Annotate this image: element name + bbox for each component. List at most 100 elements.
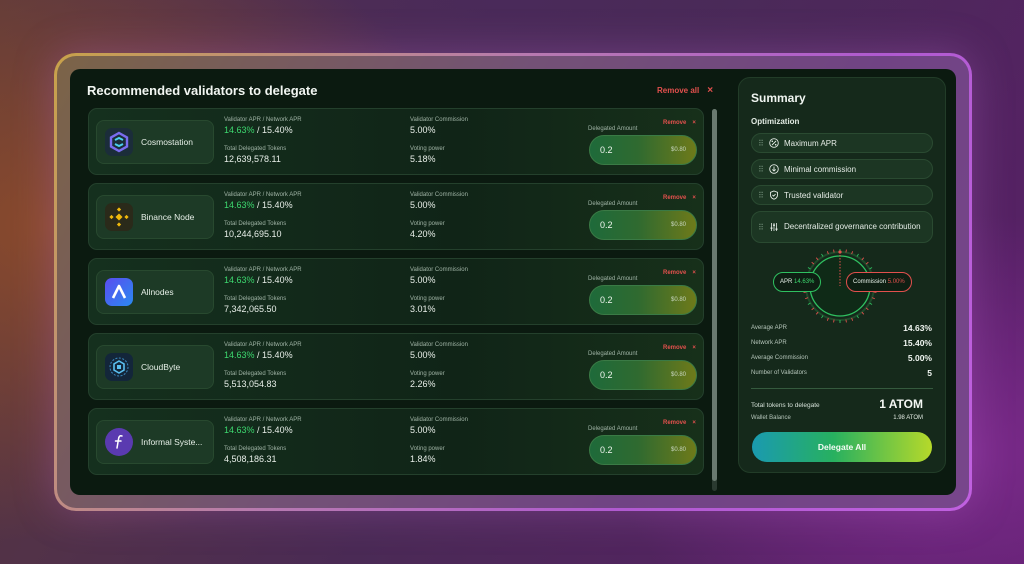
option-label: Decentralized governance contribution — [784, 222, 921, 231]
informal-systems-logo-icon — [105, 428, 133, 456]
remove-validator-button[interactable]: Remove × — [663, 195, 696, 201]
remove-all-label: Remove all — [657, 86, 700, 95]
delegated-amount-input[interactable]: 0.2 $0.80 — [589, 210, 697, 240]
frame-inner: Recommended validators to delegate Remov… — [57, 56, 969, 508]
close-icon: × — [692, 345, 696, 351]
shield-icon — [769, 190, 779, 200]
cosmostation-logo-icon — [105, 128, 133, 156]
validator-identity[interactable]: Binance Node — [96, 195, 214, 239]
validator-identity[interactable]: Informal Syste... — [96, 420, 214, 464]
option-minimal-commission[interactable]: ⠿ Minimal commission — [751, 159, 933, 179]
voting-power-label: Voting power — [410, 146, 445, 152]
network-apr: / 15.40% — [257, 125, 293, 135]
remove-validator-button[interactable]: Remove × — [663, 120, 696, 126]
commission-label: Validator Commission — [410, 192, 468, 198]
validator-card: Binance Node Validator APR / Network APR… — [88, 183, 704, 250]
validator-list: Cosmostation Validator APR / Network APR… — [88, 108, 704, 483]
amount-usd: $0.80 — [670, 222, 686, 228]
option-label: Minimal commission — [784, 164, 857, 174]
stat-label: Number of Validators — [751, 370, 807, 376]
network-apr: / 15.40% — [257, 200, 293, 210]
remove-label: Remove — [663, 120, 687, 126]
apr-badge-value: 14.63% — [794, 279, 815, 285]
drag-handle-icon[interactable]: ⠿ — [758, 139, 764, 148]
amount-usd: $0.80 — [670, 447, 686, 453]
apr-label: Validator APR / Network APR — [224, 117, 302, 123]
stat-value: 5.00% — [907, 353, 932, 363]
commission-value: 5.00% — [410, 125, 436, 135]
voting-power-label: Voting power — [410, 371, 445, 377]
validator-name: Allnodes — [141, 287, 174, 297]
commission-badge-value: 5.00% — [887, 279, 905, 285]
remove-validator-button[interactable]: Remove × — [663, 420, 696, 426]
drag-handle-icon[interactable]: ⠿ — [758, 223, 764, 232]
stat-label: Average Commission — [751, 355, 808, 361]
network-apr: / 15.40% — [257, 275, 293, 285]
panel-title: Recommended validators to delegate — [87, 83, 318, 98]
commission-label: Validator Commission — [410, 267, 468, 273]
apr-values: 14.63% / 15.40% — [224, 125, 293, 135]
app-frame: Recommended validators to delegate Remov… — [54, 53, 972, 511]
apr-badge-label: APR — [780, 279, 793, 285]
delegated-amount-input[interactable]: 0.2 $0.80 — [589, 360, 697, 390]
drag-handle-icon[interactable]: ⠿ — [758, 191, 764, 200]
option-label: Trusted validator — [784, 190, 844, 200]
validator-card: Informal Syste... Validator APR / Networ… — [88, 408, 704, 475]
percent-icon — [769, 138, 779, 148]
delegated-amount-input[interactable]: 0.2 $0.80 — [589, 435, 697, 465]
apr-values: 14.63% / 15.40% — [224, 425, 293, 435]
validator-identity[interactable]: Allnodes — [96, 270, 214, 314]
amount-value: 0.2 — [600, 220, 613, 230]
amount-usd: $0.80 — [670, 147, 686, 153]
validator-apr: 14.63% — [224, 275, 255, 285]
delegation-app: Recommended validators to delegate Remov… — [70, 69, 956, 495]
validator-card: CloudByte Validator APR / Network APR 14… — [88, 333, 704, 400]
remove-validator-button[interactable]: Remove × — [663, 345, 696, 351]
apr-values: 14.63% / 15.40% — [224, 275, 293, 285]
apr-values: 14.63% / 15.40% — [224, 350, 293, 360]
apr-values: 14.63% / 15.40% — [224, 200, 293, 210]
total-section: Total tokens to delegate 1 ATOM Wallet B… — [751, 394, 935, 428]
allnodes-logo-icon — [105, 278, 133, 306]
amount-usd: $0.80 — [670, 297, 686, 303]
validator-identity[interactable]: CloudByte — [96, 345, 214, 389]
remove-all-button[interactable]: Remove all × — [657, 85, 713, 96]
option-decentralized-governance[interactable]: ⠿ Decentralized governance contribution — [751, 211, 933, 243]
total-tokens-label: Total Delegated Tokens — [224, 371, 287, 377]
scrollbar[interactable] — [712, 109, 717, 491]
validator-apr: 14.63% — [224, 350, 255, 360]
binance-logo-icon — [105, 203, 133, 231]
drag-handle-icon[interactable]: ⠿ — [758, 165, 764, 174]
option-trusted-validator[interactable]: ⠿ Trusted validator — [751, 185, 933, 205]
close-icon: × — [692, 420, 696, 426]
validator-card: Allnodes Validator APR / Network APR 14.… — [88, 258, 704, 325]
total-tokens-value: 7,342,065.50 — [224, 304, 277, 314]
stat-value: 15.40% — [903, 338, 932, 348]
voting-power-value: 1.84% — [410, 454, 436, 464]
delegated-amount-input[interactable]: 0.2 $0.80 — [589, 285, 697, 315]
apr-label: Validator APR / Network APR — [224, 192, 302, 198]
voting-power-value: 2.26% — [410, 379, 436, 389]
remove-label: Remove — [663, 345, 687, 351]
scrollbar-thumb[interactable] — [712, 109, 717, 481]
amount-value: 0.2 — [600, 295, 613, 305]
delegate-all-button[interactable]: Delegate All — [752, 432, 932, 462]
option-maximum-apr[interactable]: ⠿ Maximum APR — [751, 133, 933, 153]
close-icon: × — [692, 195, 696, 201]
validator-identity[interactable]: Cosmostation — [96, 120, 214, 164]
gauge-tick — [845, 319, 847, 323]
remove-validator-button[interactable]: Remove × — [663, 270, 696, 276]
commission-label: Validator Commission — [410, 117, 468, 123]
apr-label: Validator APR / Network APR — [224, 342, 302, 348]
commission-value: 5.00% — [410, 200, 436, 210]
total-tokens-value: 10,244,695.10 — [224, 229, 282, 239]
commission-badge: Commission 5.00% — [846, 272, 912, 292]
total-tokens-label: Total Delegated Tokens — [224, 146, 287, 152]
delegated-amount-input[interactable]: 0.2 $0.80 — [589, 135, 697, 165]
wallet-label: Wallet Balance — [751, 415, 791, 421]
commission-label: Validator Commission — [410, 417, 468, 423]
amount-value: 0.2 — [600, 145, 613, 155]
remove-label: Remove — [663, 420, 687, 426]
apr-badge: APR 14.63% — [773, 272, 822, 292]
optimization-title: Optimization — [751, 117, 800, 126]
